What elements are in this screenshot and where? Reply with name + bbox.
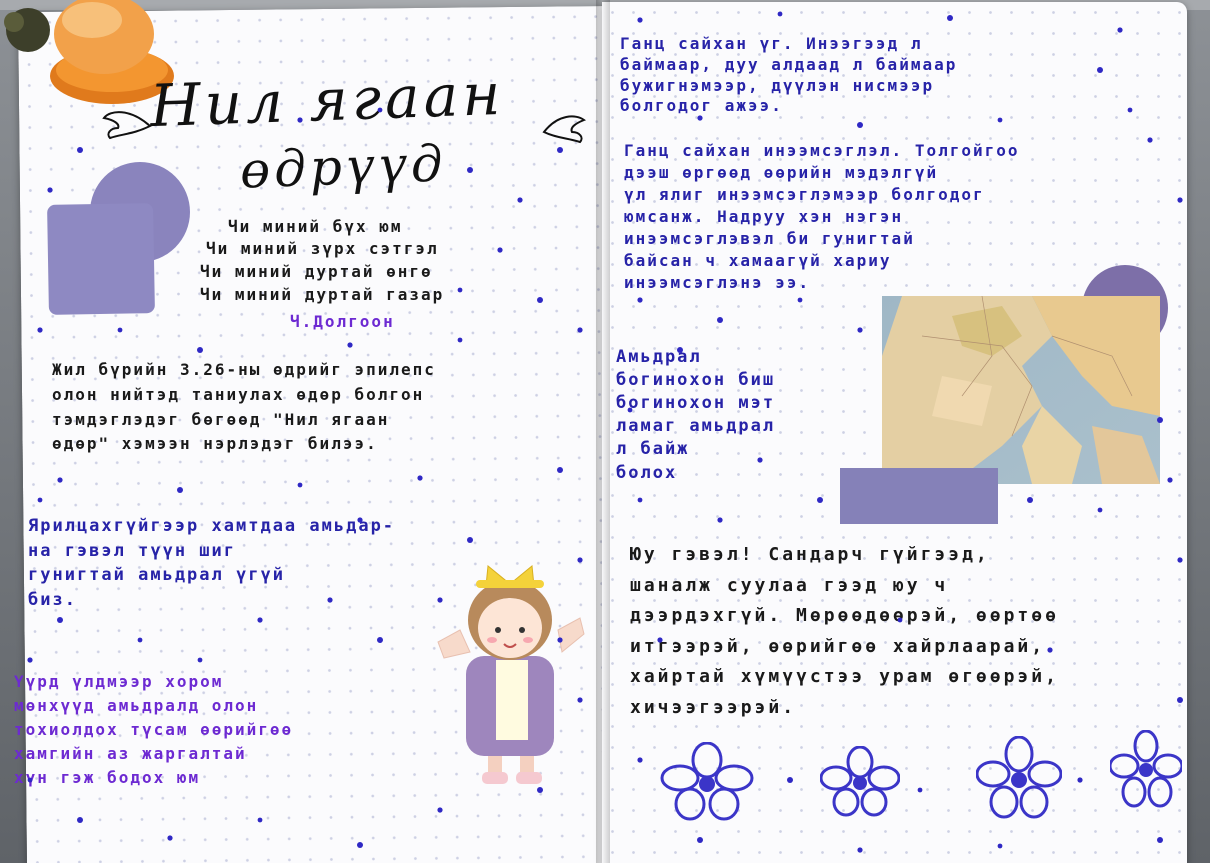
left-paragraph-2: Ярилцахгүйгээр хамтдаа амьдар- на гэвэл … bbox=[28, 516, 396, 610]
right-paragraph-4: Юу гэвэл! Сандарч гүйгээд, шаналж суулаа… bbox=[630, 544, 1059, 718]
journal-title-line1: Нил ягаан bbox=[148, 59, 506, 141]
poem-line-2: Чи миний зүрх сэтгэл bbox=[206, 239, 439, 258]
left-paragraph-3: Үүрд үлдмээр хором мөнхүүд амьдралд олон… bbox=[14, 672, 294, 787]
europe-map-sticker bbox=[882, 296, 1160, 484]
right-paragraph-3: Амьдрал богинохон биш богинохон мэт лама… bbox=[616, 347, 776, 483]
left-paragraph-1: Жил бүрийн 3.26-ны өдрийг эпилепс олон н… bbox=[52, 360, 436, 454]
poem-line-3: Чи миний дуртай өнгө bbox=[200, 262, 433, 281]
flower-doodle-icon bbox=[820, 746, 900, 817]
flower-doodle-icon bbox=[976, 736, 1062, 819]
girl-sticker bbox=[437, 565, 585, 784]
photo-scene: Нил ягаан өдрүүд Чи миний бүх юм Чи мини… bbox=[0, 0, 1210, 863]
right-paragraph-1: Ганц сайхан үг. Инээгээд л баймаар, дуу … bbox=[620, 34, 958, 116]
poem-author: Ч.Долгоон bbox=[290, 312, 395, 331]
flower-doodle-icon bbox=[660, 742, 754, 821]
flower-doodle-icon bbox=[1110, 730, 1182, 808]
notebook-gutter bbox=[596, 0, 610, 863]
purple-rectangle-sticker bbox=[840, 468, 998, 524]
right-paragraph-2: Ганц сайхан инээмсэглэл. Толгойгоо дээш … bbox=[624, 141, 1020, 293]
purple-square-sticker bbox=[47, 203, 155, 315]
poem-line-1: Чи миний бүх юм bbox=[228, 217, 403, 236]
poem-line-4: Чи миний дуртай газар bbox=[200, 285, 445, 304]
journal-title-line2: өдрүүд bbox=[239, 134, 448, 200]
wing-doodle-right-icon bbox=[542, 115, 587, 144]
